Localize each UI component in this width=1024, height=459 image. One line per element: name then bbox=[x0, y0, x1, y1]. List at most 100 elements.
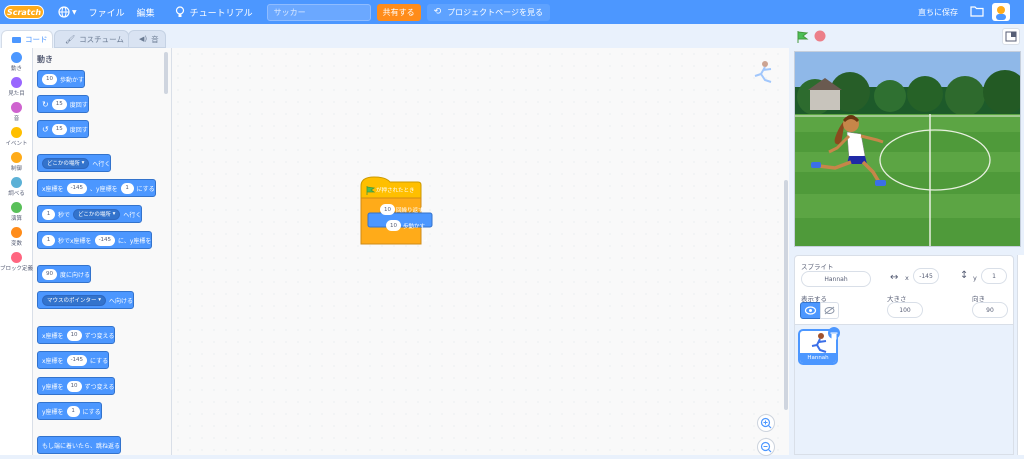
tab-code[interactable]: コード bbox=[1, 30, 53, 48]
see-project-page-label: プロジェクトページを見る bbox=[447, 7, 543, 17]
set-x-block[interactable]: x座標を -145 にする bbox=[37, 351, 110, 369]
category-sensing[interactable]: 調べる bbox=[0, 177, 33, 197]
seconds-input[interactable]: 1 bbox=[42, 208, 55, 220]
glide-xy-block[interactable]: 1 秒でx座標を -145 に、y座標を bbox=[37, 231, 153, 249]
y-input[interactable]: 1 bbox=[120, 182, 134, 194]
palette-scrollbar[interactable] bbox=[164, 52, 168, 94]
category-menu: 動き 見た目 音 イベント 制御 調べる 演算 変数 ブロック定義 bbox=[0, 48, 33, 455]
x-input[interactable]: -145 bbox=[94, 234, 116, 246]
tutorial-label: チュートリアル bbox=[189, 8, 253, 19]
folder-icon[interactable] bbox=[970, 5, 984, 17]
paintbrush-icon: 🖌 bbox=[65, 34, 76, 44]
show-visible-button[interactable] bbox=[800, 302, 821, 319]
edit-menu[interactable]: 編集 bbox=[131, 0, 161, 24]
degrees-input[interactable]: 15 bbox=[51, 123, 67, 135]
my-blocks-dot-icon bbox=[11, 252, 22, 263]
code-workspace[interactable]: が押されたとき 10 回繰り返す 10 歩動かす ↲ bbox=[172, 48, 789, 456]
delete-sprite-button[interactable] bbox=[828, 327, 840, 340]
category-operators[interactable]: 演算 bbox=[0, 202, 33, 222]
rotate-left-icon: ↺ bbox=[42, 124, 49, 134]
current-sprite-icon bbox=[754, 61, 772, 83]
sensing-dot-icon bbox=[11, 177, 22, 188]
category-variables[interactable]: 変数 bbox=[0, 227, 33, 247]
point-towards-block[interactable]: マウスのポインター ▾ へ向ける bbox=[37, 291, 135, 309]
block-text: 度回す bbox=[69, 101, 88, 109]
point-direction-block[interactable]: 90 度に向ける bbox=[37, 265, 92, 283]
y-position-input[interactable]: 1 bbox=[981, 268, 1007, 284]
block-text: 歩動かす bbox=[60, 76, 85, 84]
goto-dropdown[interactable]: どこかの場所 ▾ bbox=[42, 157, 90, 169]
category-events[interactable]: イベント bbox=[0, 127, 33, 147]
category-control[interactable]: 制御 bbox=[0, 152, 33, 172]
stop-icon[interactable] bbox=[814, 30, 826, 42]
goto-xy-block[interactable]: x座標を -145 、y座標を 1 にする bbox=[37, 179, 156, 197]
bounce-block[interactable]: もし端に着いたら、跳ね返る bbox=[37, 436, 122, 454]
stage-size-toggle[interactable] bbox=[1002, 28, 1020, 45]
show-hidden-button[interactable] bbox=[820, 302, 839, 319]
green-flag-icon[interactable] bbox=[796, 30, 809, 43]
category-motion[interactable]: 動き bbox=[0, 52, 33, 72]
motion-dot-icon bbox=[11, 52, 22, 63]
category-my-blocks[interactable]: ブロック定義 bbox=[0, 252, 33, 272]
x-change-input[interactable]: 10 bbox=[66, 329, 82, 341]
y-input[interactable]: 1 bbox=[66, 405, 80, 417]
category-sound[interactable]: 音 bbox=[0, 102, 33, 122]
change-y-block[interactable]: y座標を 10 ずつ変える bbox=[37, 377, 116, 395]
stage-canvas[interactable] bbox=[794, 51, 1021, 247]
x-input[interactable]: -145 bbox=[66, 182, 88, 194]
seconds-input[interactable]: 1 bbox=[42, 234, 55, 246]
file-menu[interactable]: ファイル bbox=[83, 0, 131, 24]
code-icon bbox=[12, 36, 21, 43]
avatar[interactable] bbox=[992, 3, 1010, 21]
change-x-block[interactable]: x座標を 10 ずつ変える bbox=[37, 326, 116, 344]
sprite-name-input[interactable]: Hannah bbox=[801, 271, 871, 287]
block-text: へ行く bbox=[123, 211, 142, 219]
category-looks[interactable]: 見た目 bbox=[0, 77, 33, 97]
share-button[interactable]: 共有する bbox=[376, 3, 421, 21]
steps-input[interactable]: 10 bbox=[42, 73, 57, 85]
tab-costumes[interactable]: 🖌 コスチューム bbox=[54, 30, 129, 48]
move-steps-input[interactable]: 10 bbox=[386, 220, 401, 231]
glide-dropdown[interactable]: どこかの場所 ▾ bbox=[73, 208, 121, 220]
hannah-thumbnail-icon bbox=[811, 333, 827, 353]
block-text: にする bbox=[90, 357, 109, 365]
glide-to-block[interactable]: 1 秒で どこかの場所 ▾ へ行く bbox=[37, 205, 143, 223]
rotate-right-icon: ↻ bbox=[42, 99, 49, 109]
zoom-out-button[interactable] bbox=[757, 438, 775, 456]
hannah-sprite[interactable] bbox=[807, 112, 892, 187]
towards-dropdown[interactable]: マウスのポインター ▾ bbox=[42, 294, 107, 306]
tab-sounds[interactable]: ◀) 音 bbox=[128, 30, 166, 48]
zoom-in-button[interactable] bbox=[757, 414, 775, 432]
project-title-input[interactable]: サッカー bbox=[266, 3, 371, 21]
language-menu[interactable]: ▼ bbox=[52, 0, 83, 24]
scratch-logo[interactable]: Scratch bbox=[4, 5, 44, 19]
dropdown-label: マウスのポインター bbox=[47, 298, 97, 304]
size-input[interactable]: 100 bbox=[887, 302, 923, 318]
see-project-page-button[interactable]: ⟲ プロジェクトページを見る bbox=[426, 3, 550, 21]
y-label: y bbox=[973, 274, 977, 282]
stage-target-panel[interactable] bbox=[1017, 255, 1024, 455]
x-position-input[interactable]: -145 bbox=[913, 268, 939, 284]
turn-left-block[interactable]: ↺ 15 度回す bbox=[37, 120, 89, 138]
y-change-input[interactable]: 10 bbox=[66, 380, 82, 392]
globe-icon bbox=[58, 6, 70, 18]
operators-dot-icon bbox=[11, 202, 22, 213]
turn-right-block[interactable]: ↻ 15 度回す bbox=[37, 95, 89, 113]
zoom-in-icon bbox=[760, 417, 772, 429]
direction-input[interactable]: 90 bbox=[42, 268, 57, 280]
tutorial-menu[interactable]: チュートリアル bbox=[169, 0, 259, 24]
goto-block[interactable]: どこかの場所 ▾ へ行く bbox=[37, 154, 112, 172]
refresh-icon: ⟲ bbox=[433, 7, 442, 17]
save-now-button[interactable]: 直ちに保存 bbox=[918, 0, 958, 24]
workspace-scrollbar[interactable] bbox=[784, 180, 788, 410]
category-label: 演算 bbox=[10, 216, 22, 222]
direction-input[interactable]: 90 bbox=[972, 302, 1008, 318]
move-steps-block[interactable]: 10 歩動かす bbox=[37, 70, 86, 88]
when-flag-clicked-text: が押されたとき bbox=[376, 188, 415, 194]
repeat-count-input[interactable]: 10 bbox=[380, 204, 395, 215]
block-text: 秒で bbox=[58, 211, 71, 219]
degrees-input[interactable]: 15 bbox=[51, 98, 67, 110]
speaker-icon: ◀) bbox=[139, 35, 148, 43]
set-y-block[interactable]: y座標を 1 にする bbox=[37, 402, 102, 420]
x-input[interactable]: -145 bbox=[66, 354, 88, 366]
